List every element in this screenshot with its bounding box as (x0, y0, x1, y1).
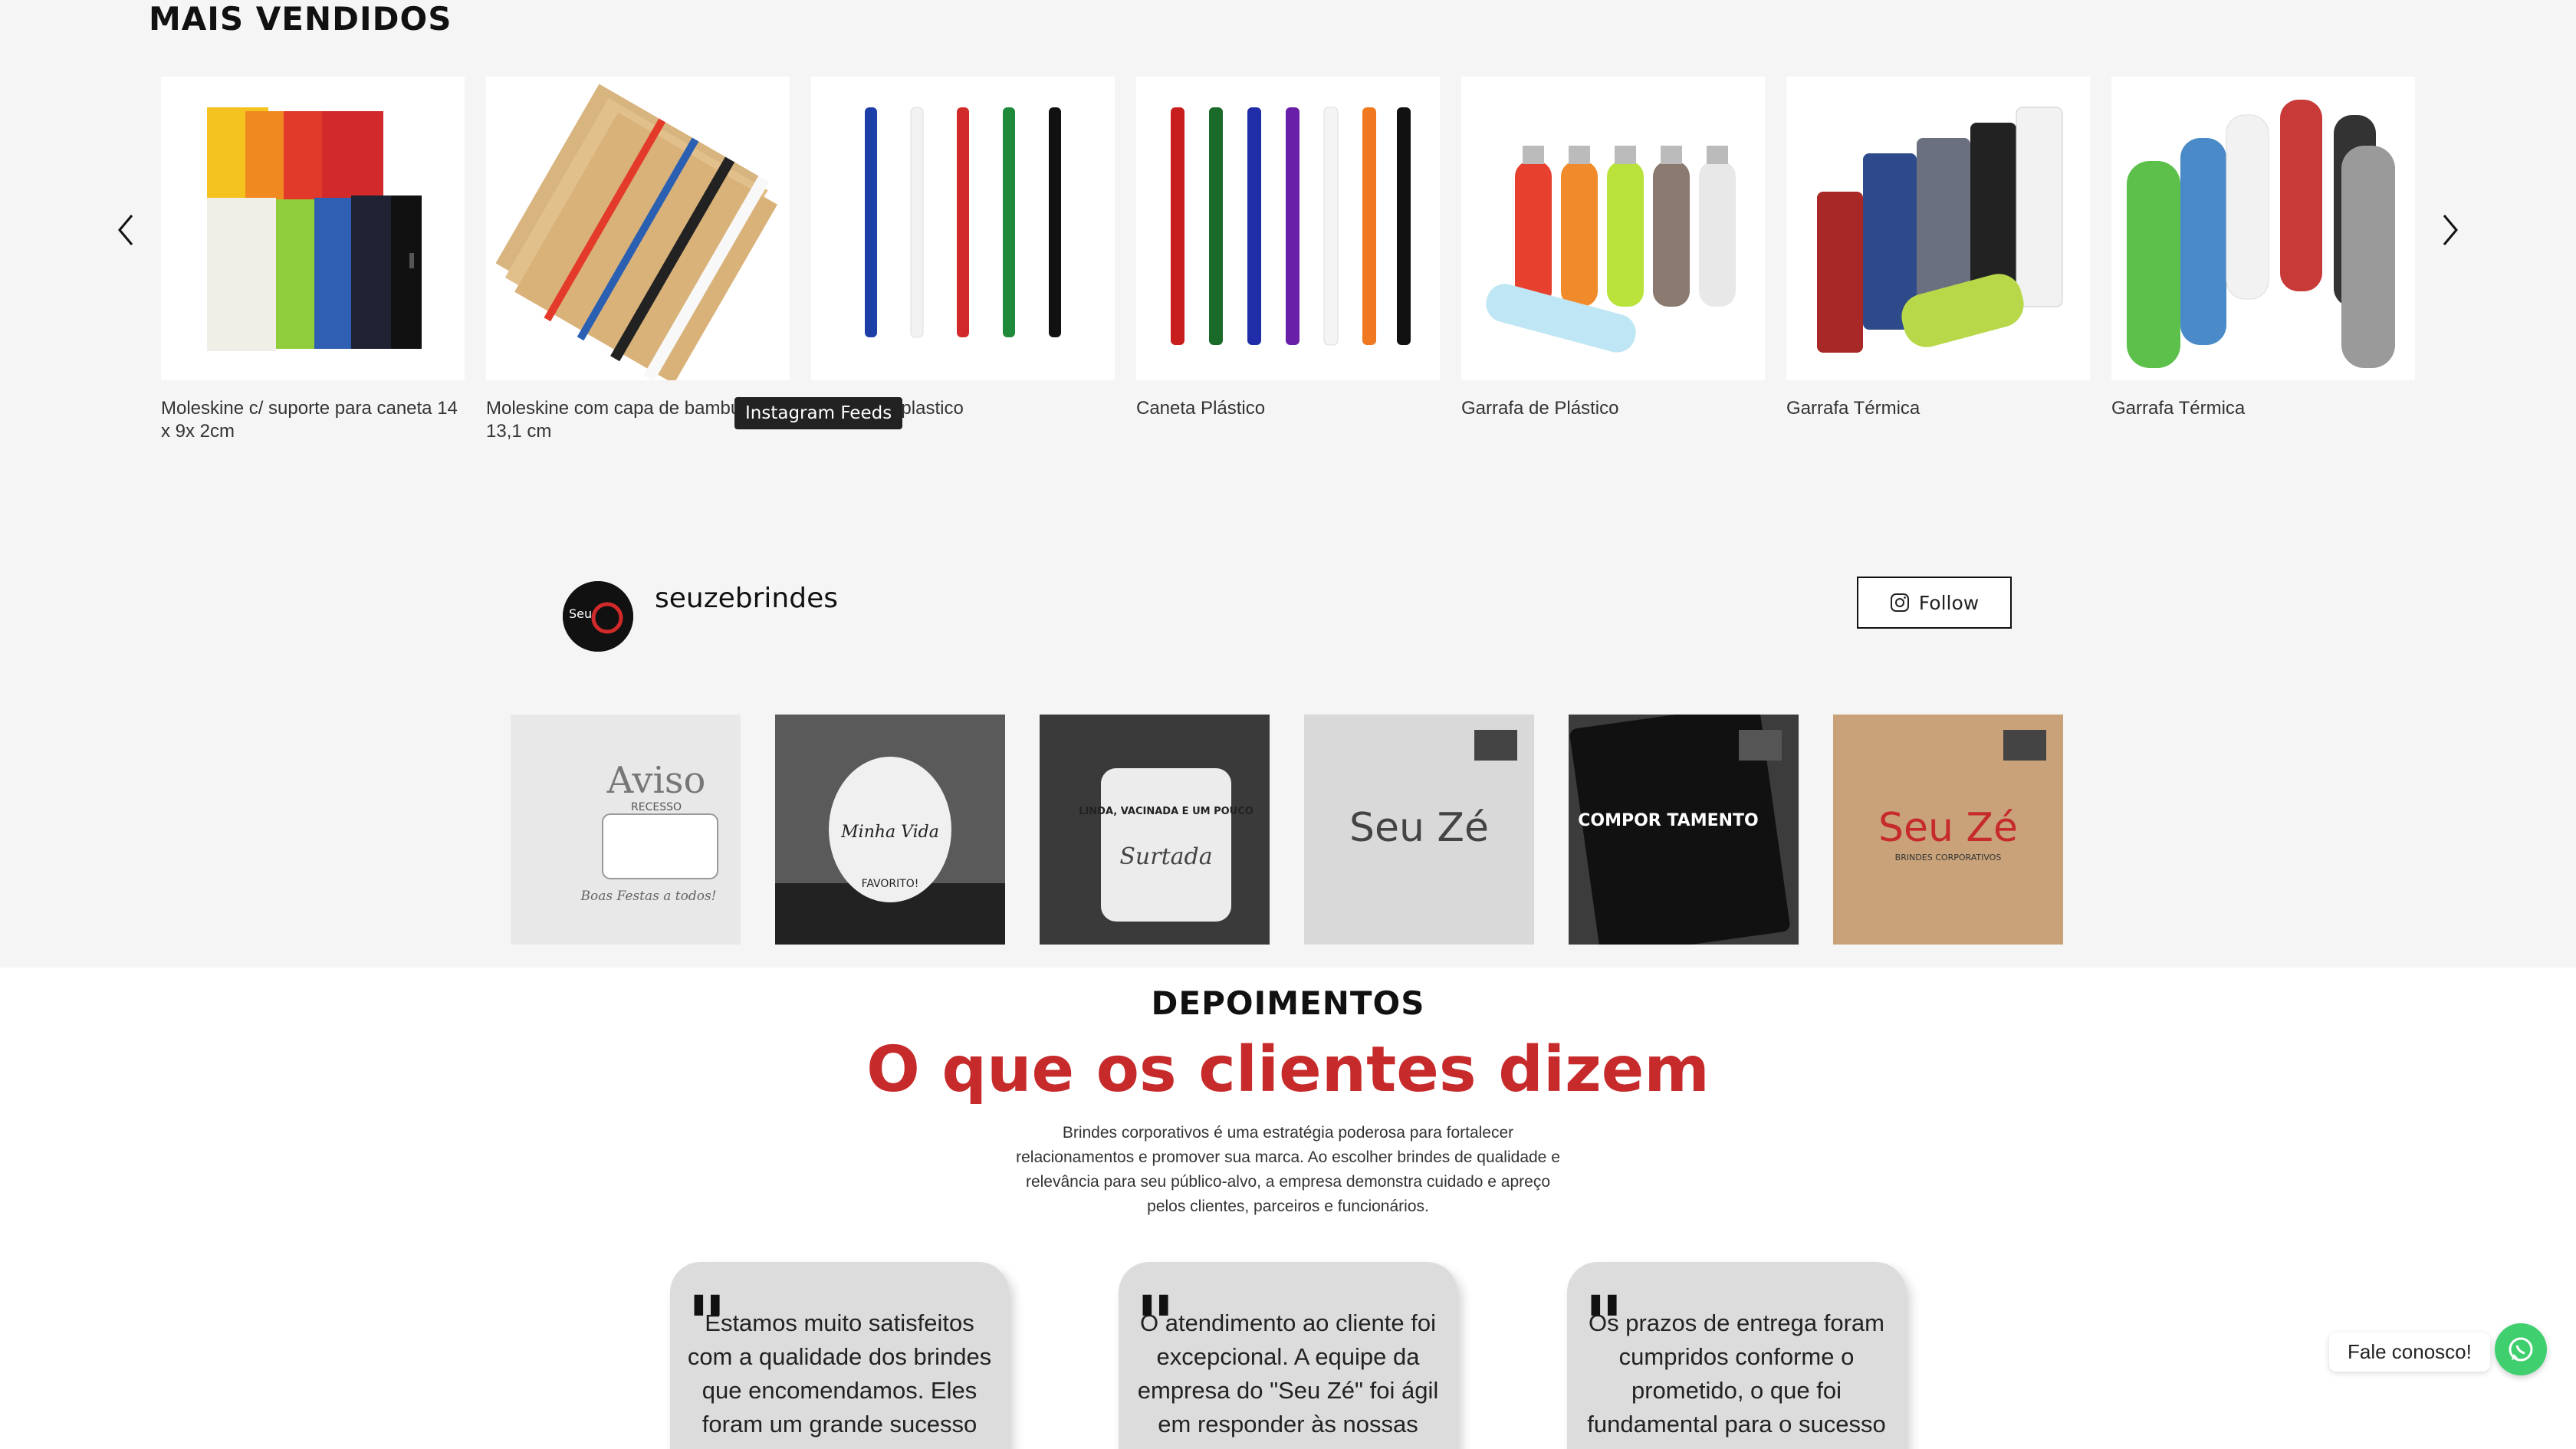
testimonials-intro: Brindes corporativos é uma estratégia po… (1016, 1124, 1560, 1215)
product-image[interactable] (1786, 77, 2090, 380)
product-image[interactable] (2111, 77, 2415, 380)
quote-icon: " (1584, 1279, 1625, 1369)
instagram-post[interactable]: Minha Vida FAVORITO! (775, 715, 1005, 945)
testimonial-text: O atendimento ao cliente foi excepcional… (1137, 1309, 1439, 1438)
product-image[interactable] (161, 77, 465, 380)
product-card[interactable]: Garrafa de Plástico (1461, 77, 1765, 420)
product-name[interactable]: Garrafa Térmica (1786, 397, 2090, 420)
testimonials-heading: O que os clientes dizem (866, 1033, 1710, 1106)
product-name[interactable]: Garrafa de Plástico (1461, 397, 1765, 420)
tooltip: Instagram Feeds (734, 397, 903, 429)
post-subtitle: BRINDES CORPORATIVOS (1895, 853, 2002, 863)
post-title: Seu Zé (1349, 805, 1489, 851)
instagram-post[interactable]: COMPOR TAMENTO (1569, 715, 1799, 945)
chat-label[interactable]: Fale conosco! (2329, 1332, 2490, 1372)
product-image[interactable] (811, 77, 1115, 380)
instagram-icon (1890, 593, 1909, 612)
testimonial-text: Estamos muito satisfeitos com a qualidad… (687, 1309, 992, 1438)
best-sellers-title: MAIS VENDIDOS (149, 0, 452, 38)
testimonials-title: DEPOIMENTOS (1151, 984, 1425, 1022)
product-image[interactable] (1136, 77, 1440, 380)
product-card[interactable]: Garrafa Térmica (1786, 77, 2090, 420)
instagram-post[interactable]: Seu Zé (1304, 715, 1534, 945)
chevron-right-icon (2443, 215, 2458, 245)
testimonial-card: " Estamos muito satisfeitos com a qualid… (670, 1262, 1009, 1449)
video-icon (1739, 730, 1782, 761)
post-title: Minha Vida (840, 823, 939, 842)
follow-label: Follow (1918, 591, 1980, 614)
product-name[interactable]: Caneta Plástico (1136, 397, 1440, 420)
product-image[interactable] (486, 77, 790, 380)
post-footer: Boas Festas a todos! (580, 889, 716, 904)
post-title: Seu Zé (1878, 805, 2018, 851)
video-icon (1474, 730, 1517, 761)
logo-icon: Seu (563, 581, 633, 652)
post-title: COMPOR TAMENTO (1578, 811, 1759, 830)
product-card[interactable]: Caneta Plástico (1136, 77, 1440, 420)
post-subtitle: RECESSO (631, 801, 682, 813)
follow-button[interactable]: Follow (1857, 577, 2012, 629)
instagram-avatar[interactable]: Seu (563, 581, 633, 652)
quote-icon: " (687, 1279, 728, 1369)
post-subtitle: FAVORITO! (862, 878, 919, 890)
instagram-handle[interactable]: seuzebrindes (655, 583, 838, 614)
instagram-post[interactable]: Seu Zé BRINDES CORPORATIVOS (1833, 715, 2063, 945)
quote-icon: " (1135, 1279, 1176, 1369)
testimonial-card: " O atendimento ao cliente foi excepcion… (1119, 1262, 1457, 1449)
instagram-post[interactable]: Aviso RECESSO Boas Festas a todos! (511, 715, 741, 945)
carousel-prev-button[interactable] (107, 207, 146, 253)
product-name[interactable]: Garrafa Térmica (2111, 397, 2415, 420)
testimonial-card: " Os prazos de entrega foram cumpridos c… (1567, 1262, 1906, 1449)
post-subtitle: Surtada (1119, 843, 1212, 870)
product-card[interactable]: Caneta de plastico (811, 77, 1115, 420)
instagram-post[interactable]: LINDA, VACINADA E UM POUCO Surtada (1040, 715, 1270, 945)
product-card[interactable]: Garrafa Térmica (2111, 77, 2415, 420)
carousel-next-button[interactable] (2430, 207, 2469, 253)
testimonial-text: Os prazos de entrega foram cumpridos con… (1587, 1309, 1886, 1438)
post-title: LINDA, VACINADA E UM POUCO (1079, 806, 1254, 817)
svg-text:Seu: Seu (569, 606, 592, 621)
whatsapp-icon (2509, 1337, 2533, 1362)
product-image[interactable] (1461, 77, 1765, 380)
chevron-left-icon (118, 215, 133, 245)
post-title: Aviso (606, 759, 706, 802)
video-icon (2003, 730, 2046, 761)
product-card[interactable]: Moleskine c/ suporte para caneta 14 x 9x… (161, 77, 465, 443)
product-card[interactable]: Moleskine com capa de bambu 9 x 13,1 cm (486, 77, 790, 443)
product-name[interactable]: Moleskine c/ suporte para caneta 14 x 9x… (161, 397, 465, 443)
whatsapp-button[interactable] (2495, 1323, 2547, 1375)
